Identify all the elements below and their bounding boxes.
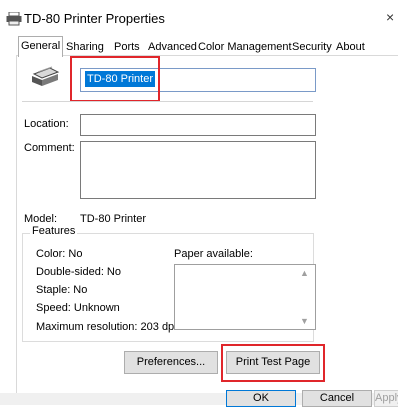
tab-ports[interactable]: Ports <box>114 38 140 56</box>
features-legend: Features <box>30 225 78 237</box>
cancel-button[interactable]: Cancel <box>302 390 372 407</box>
preferences-button[interactable]: Preferences... <box>124 351 218 374</box>
close-icon[interactable]: × <box>386 9 394 25</box>
tab-color-management[interactable]: Color Management <box>198 38 292 56</box>
printer-icon <box>6 11 22 26</box>
tab-security[interactable]: Security <box>292 38 332 56</box>
ok-button[interactable]: OK <box>226 390 296 407</box>
model-label: Model: <box>24 213 58 225</box>
feature-double-sided: Double-sided: No <box>36 266 121 278</box>
comment-field[interactable] <box>80 141 316 199</box>
apply-button[interactable]: Apply <box>374 390 398 407</box>
feature-staple: Staple: No <box>36 284 88 296</box>
highlight-box-name <box>70 56 160 102</box>
window-title: TD-80 Printer Properties <box>24 11 165 26</box>
tab-advanced[interactable]: Advanced <box>148 38 197 56</box>
separator <box>22 101 313 102</box>
comment-label: Comment: <box>24 142 75 154</box>
location-field[interactable] <box>80 114 316 136</box>
printer-large-icon <box>30 66 60 88</box>
tab-general[interactable]: General <box>18 36 64 57</box>
location-label: Location: <box>24 118 69 130</box>
paper-available-list[interactable] <box>174 264 316 330</box>
paper-available-label: Paper available: <box>174 248 253 260</box>
feature-speed: Speed: Unknown <box>36 302 120 314</box>
feature-color: Color: No <box>36 248 83 260</box>
model-value: TD-80 Printer <box>80 213 147 225</box>
scroll-up-icon[interactable]: ▲ <box>300 268 309 278</box>
scroll-down-icon[interactable]: ▼ <box>300 316 309 326</box>
highlight-box-print-test <box>221 344 325 382</box>
tab-sharing[interactable]: Sharing <box>66 38 104 56</box>
tab-about[interactable]: About <box>336 38 365 56</box>
feature-max-resolution: Maximum resolution: 203 dpi <box>36 321 177 333</box>
